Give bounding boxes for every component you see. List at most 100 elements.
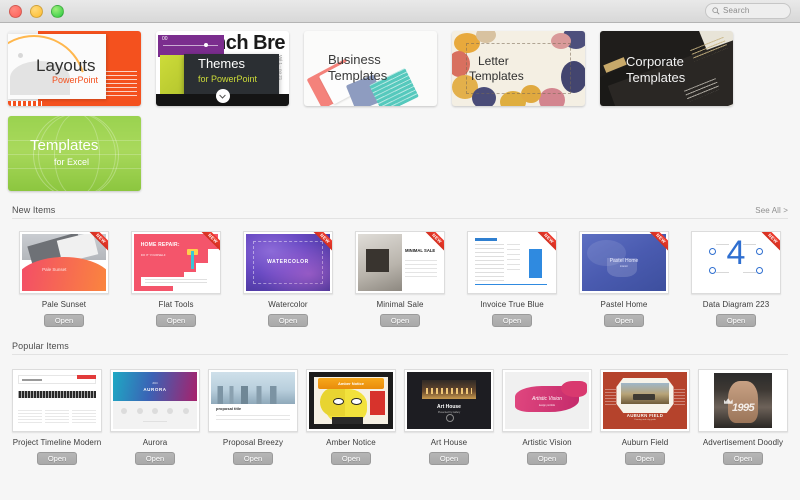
- template-thumbnail[interactable]: MINIMAL SALE NEW: [355, 231, 445, 294]
- list-item[interactable]: 2016 AURORA Aurora Open: [106, 369, 204, 465]
- window-controls: [0, 4, 64, 18]
- list-item[interactable]: Artistic Vision design portfolio Artisti…: [498, 369, 596, 465]
- template-name: Project Timeline Modern: [12, 438, 102, 447]
- open-button[interactable]: Open: [44, 314, 84, 327]
- thumb-art-proposal-breezy: proposal title: [211, 372, 295, 429]
- template-thumbnail[interactable]: NEW: [467, 231, 557, 294]
- template-thumbnail[interactable]: WATERCOLOR NEW: [243, 231, 333, 294]
- list-item[interactable]: MINIMAL SALE NEW Minimal Sale Open: [344, 231, 456, 327]
- open-button[interactable]: Open: [156, 314, 196, 327]
- featured-card-letter[interactable]: Letter Templates: [452, 31, 585, 106]
- featured-card-corporate[interactable]: Corporate Templates: [600, 31, 733, 106]
- featured-card-layouts[interactable]: Layouts PowerPoint: [8, 31, 141, 106]
- new-items-row: Pale Sunset NEW Pale Sunset Open HOME RE…: [0, 219, 800, 327]
- new-badge-label: NEW: [310, 232, 332, 254]
- open-button[interactable]: Open: [380, 314, 420, 327]
- open-button[interactable]: Open: [233, 452, 273, 465]
- template-thumbnail[interactable]: Amber Notice: [306, 369, 396, 432]
- list-item[interactable]: NEW Invoice True Blue Open: [456, 231, 568, 327]
- thumb-art-text: proposal title: [216, 406, 242, 412]
- list-item[interactable]: HOME REPAIR: DO IT YOURSELF NEW Flat Too…: [120, 231, 232, 327]
- template-thumbnail[interactable]: Artistic Vision design portfolio: [502, 369, 592, 432]
- thumb-art-sub: DO IT YOURSELF: [140, 252, 166, 257]
- list-item[interactable]: WATERCOLOR NEW Watercolor Open: [232, 231, 344, 327]
- featured-card-business[interactable]: Business Templates: [304, 31, 437, 106]
- template-thumbnail[interactable]: Pastel Home interior NEW: [579, 231, 669, 294]
- template-thumbnail[interactable]: HOME REPAIR: DO IT YOURSELF NEW: [131, 231, 221, 294]
- ptl-red-block: [77, 374, 96, 380]
- pale-sun-shape: [22, 256, 106, 291]
- template-thumbnail[interactable]: proposal title: [208, 369, 298, 432]
- thumb-art-text: Pale Sunset: [42, 267, 67, 273]
- template-thumbnail[interactable]: 1995: [698, 369, 788, 432]
- content-scroll-area[interactable]: Layouts PowerPoint nch Bre 00 Vol 1 · no…: [0, 23, 800, 500]
- open-button[interactable]: Open: [604, 314, 644, 327]
- thumb-art-text: Artistic Vision: [532, 395, 562, 402]
- search-field[interactable]: Search: [705, 3, 791, 19]
- list-item[interactable]: Art House Presented by Gallery Art House…: [400, 369, 498, 465]
- thumb-art-sub: interior: [620, 264, 628, 268]
- featured-card-excel[interactable]: Templates for Excel: [8, 116, 141, 191]
- chevron-down-icon[interactable]: [215, 89, 230, 103]
- template-thumbnail[interactable]: Pale Sunset NEW: [19, 231, 109, 294]
- close-button[interactable]: [9, 4, 22, 18]
- new-badge-ribbon: NEW: [86, 232, 108, 254]
- open-button[interactable]: Open: [716, 314, 756, 327]
- ptl-columns: [18, 409, 96, 425]
- layouts-bottom-strip: [8, 101, 42, 106]
- template-name: Auburn Field: [621, 438, 669, 447]
- list-item[interactable]: Pastel Home interior NEW Pastel Home Ope…: [568, 231, 680, 327]
- template-name: Art House: [430, 438, 468, 447]
- template-name: Artistic Vision: [522, 438, 572, 447]
- open-button[interactable]: Open: [492, 314, 532, 327]
- featured-grid: Layouts PowerPoint nch Bre 00 Vol 1 · no…: [0, 23, 800, 191]
- auburn-ray-left: [604, 389, 617, 407]
- popular-items-row: Project Timeline Modern Open 2016 AURORA…: [0, 355, 800, 465]
- open-button[interactable]: Open: [527, 452, 567, 465]
- new-badge-label: NEW: [646, 232, 668, 254]
- featured-card-themes[interactable]: nch Bre 00 Vol 1 · no 21 Themes for Powe…: [156, 31, 289, 106]
- flat-footer: [140, 277, 212, 287]
- open-button[interactable]: Open: [37, 452, 77, 465]
- auburn-truck: [633, 393, 656, 401]
- section-title: New Items: [12, 205, 56, 215]
- maximize-button[interactable]: [51, 4, 64, 18]
- open-button[interactable]: Open: [429, 452, 469, 465]
- featured-card-subtitle: Templates: [626, 70, 686, 85]
- thumb-art-text: Amber Notice: [318, 378, 384, 389]
- new-badge-ribbon: NEW: [310, 232, 332, 254]
- minimize-button[interactable]: [30, 4, 43, 18]
- flat-brush-handle: [191, 251, 195, 270]
- list-item[interactable]: Amber Notice Amber Notice Open: [302, 369, 400, 465]
- list-item[interactable]: 1995 Advertisement Doodly Open: [694, 369, 792, 465]
- list-item[interactable]: AUBURN FIELD Country and city guide Aubu…: [596, 369, 694, 465]
- template-thumbnail[interactable]: AUBURN FIELD Country and city guide: [600, 369, 690, 432]
- list-item[interactable]: 4 NEW Data Diagram 223 Open: [680, 231, 792, 327]
- list-item[interactable]: proposal title Proposal Breezy Open: [204, 369, 302, 465]
- data-line-1: [715, 244, 730, 246]
- featured-card-subtitle: for Excel: [54, 157, 90, 167]
- open-button[interactable]: Open: [268, 314, 308, 327]
- open-button[interactable]: Open: [331, 452, 371, 465]
- open-button[interactable]: Open: [625, 452, 665, 465]
- list-item[interactable]: Pale Sunset NEW Pale Sunset Open: [8, 231, 120, 327]
- new-badge-label: NEW: [422, 232, 444, 254]
- thumb-art-text: 1995: [731, 401, 755, 414]
- template-thumbnail[interactable]: 4 NEW: [691, 231, 781, 294]
- open-button[interactable]: Open: [723, 452, 763, 465]
- section-title: Popular Items: [12, 341, 69, 351]
- template-thumbnail[interactable]: 2016 AURORA: [110, 369, 200, 432]
- open-button[interactable]: Open: [135, 452, 175, 465]
- section-divider: [12, 354, 788, 355]
- featured-card-title: Templates: [30, 137, 99, 154]
- thumb-art-artistic-vision: Artistic Vision design portfolio: [505, 372, 589, 429]
- arthouse-photo: [422, 379, 476, 400]
- featured-card-title: Corporate: [626, 54, 684, 69]
- template-thumbnail[interactable]: Art House Presented by Gallery: [404, 369, 494, 432]
- themes-badge-text: 00: [162, 36, 168, 42]
- themes-background-text: nch Bre: [214, 32, 285, 54]
- data-line-3: [742, 244, 757, 246]
- template-thumbnail[interactable]: [12, 369, 102, 432]
- list-item[interactable]: Project Timeline Modern Open: [8, 369, 106, 465]
- template-name: Advertisement Doodly: [702, 438, 784, 447]
